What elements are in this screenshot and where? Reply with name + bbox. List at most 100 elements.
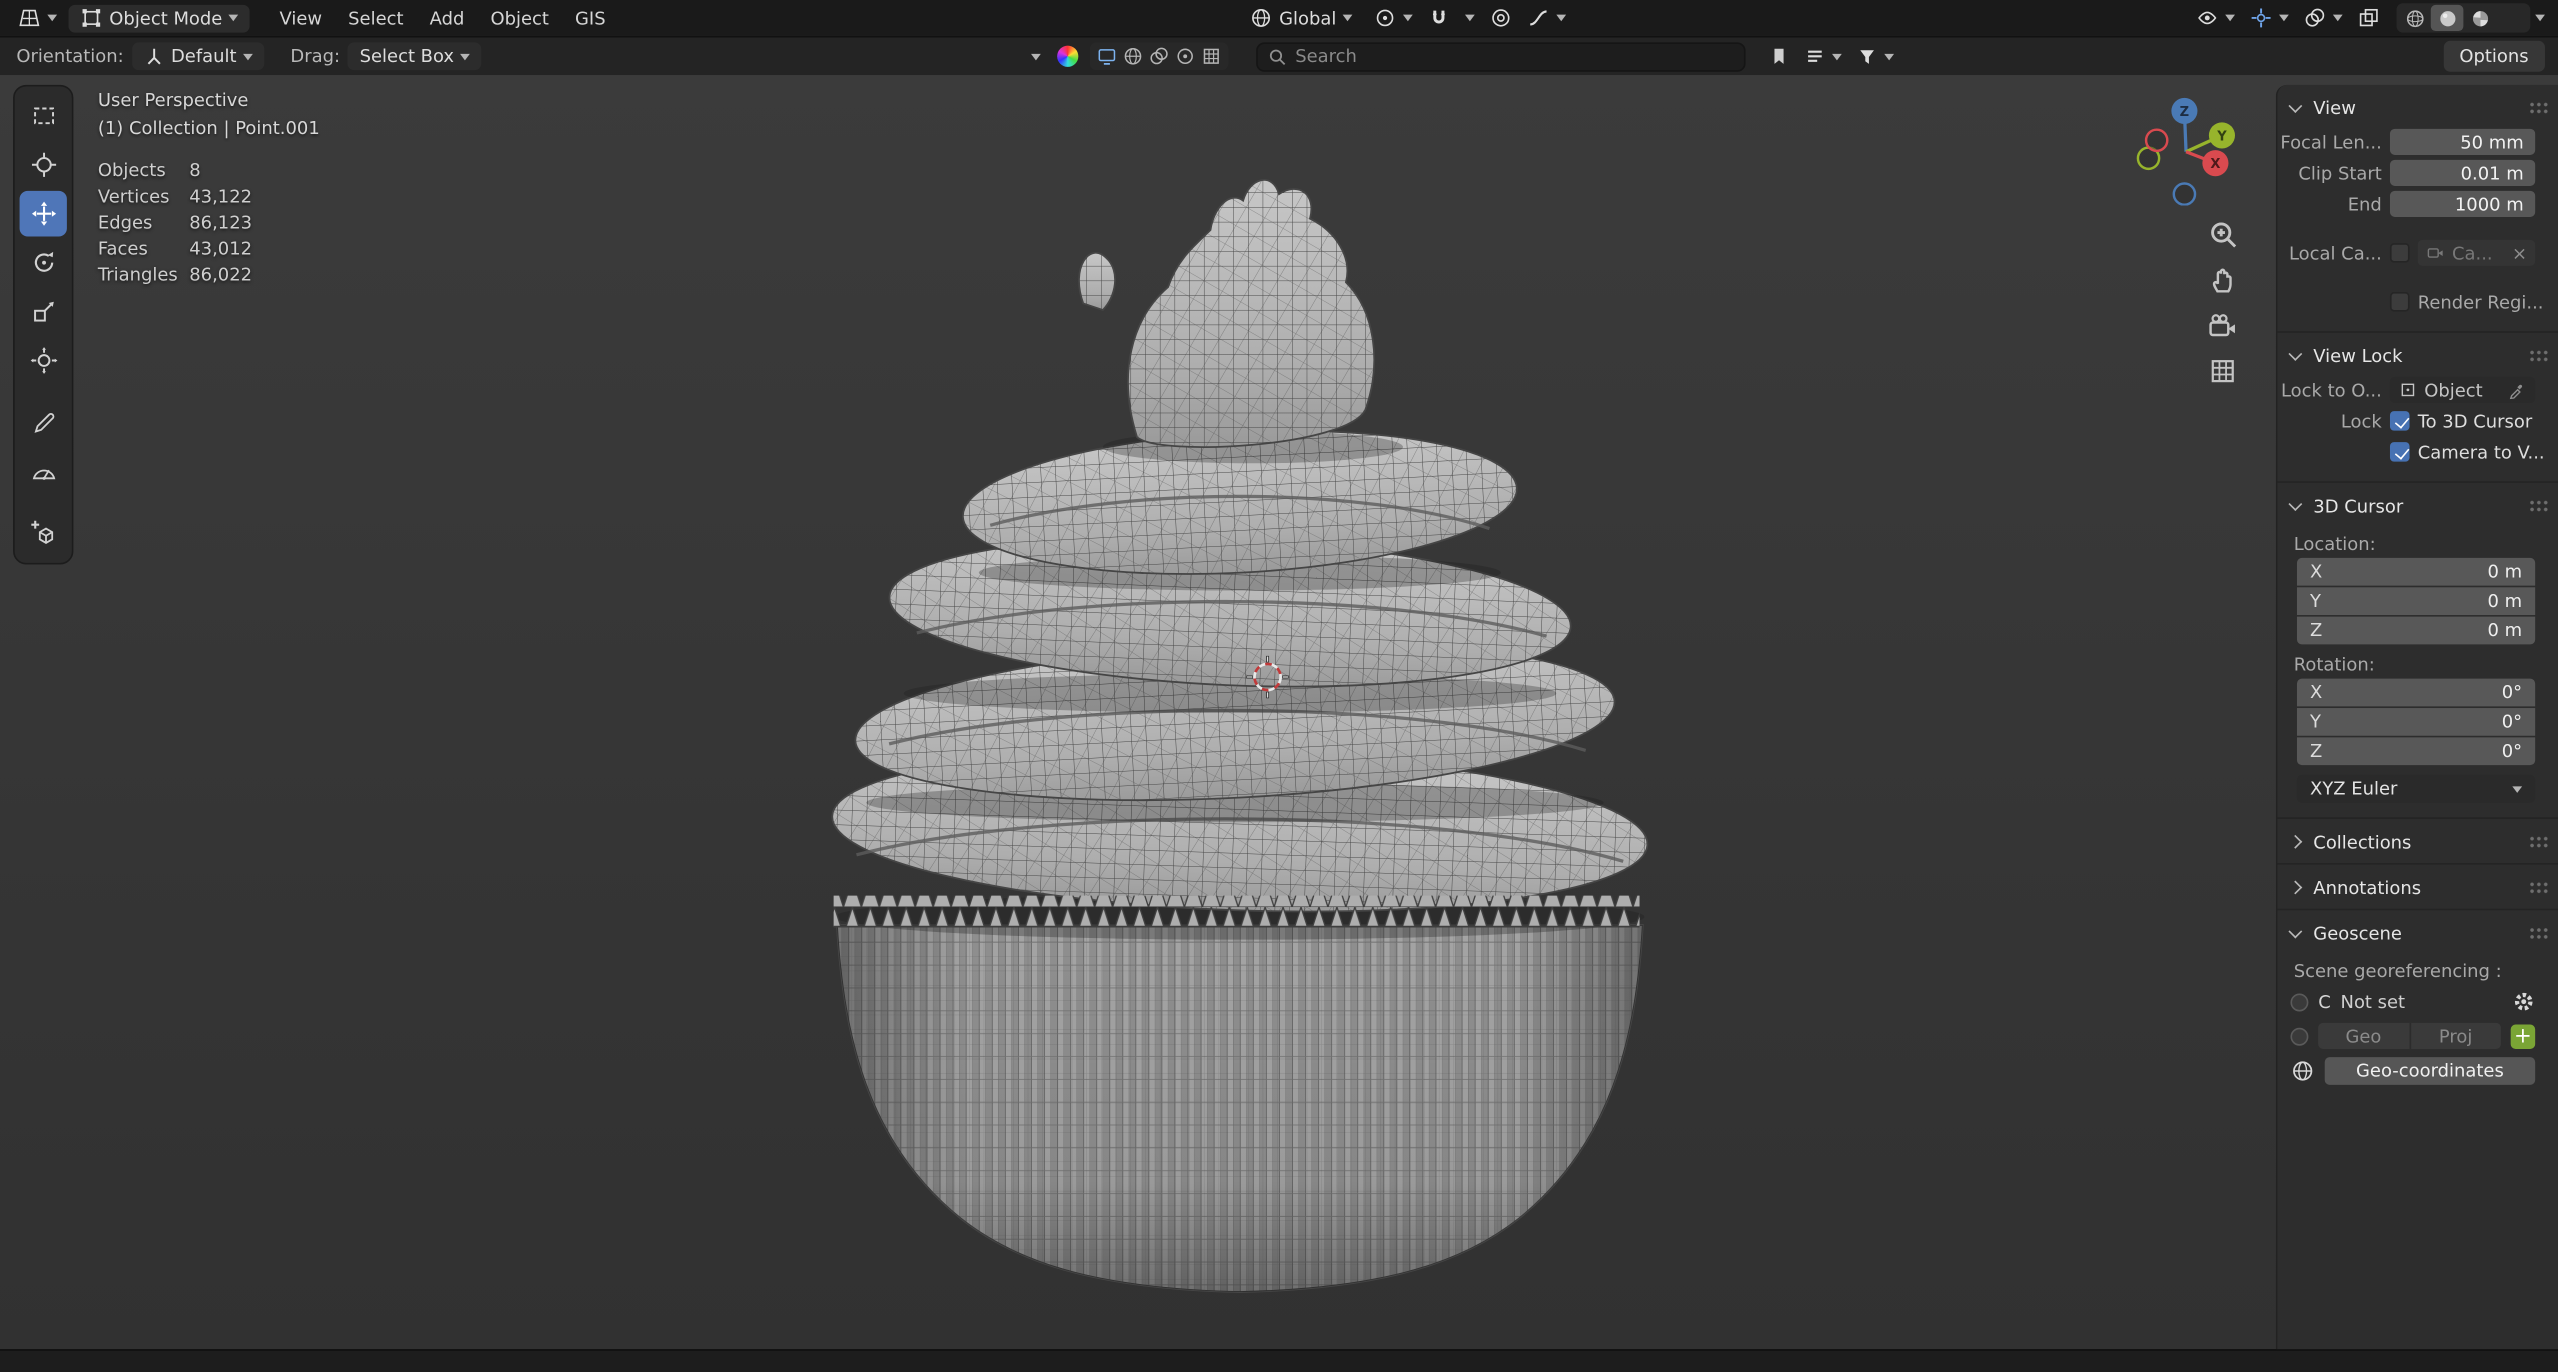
collapse-dropdown[interactable] (1026, 42, 1046, 70)
tool-orientation-value: Default (170, 45, 237, 67)
clear-icon[interactable]: × (2512, 242, 2527, 263)
options-button[interactable]: Options (2443, 40, 2545, 72)
panel-grip[interactable] (2528, 101, 2550, 115)
proj-tab[interactable]: Proj (2408, 1022, 2501, 1049)
panel-grip[interactable] (2528, 349, 2550, 363)
gizmo-axis-neg-x[interactable] (2144, 128, 2169, 153)
hand-icon[interactable] (2207, 264, 2238, 295)
drag-mode-dropdown[interactable]: Select Box (348, 42, 482, 71)
zoom-icon[interactable] (2207, 219, 2238, 250)
mode-dropdown[interactable]: Object Mode (68, 4, 251, 32)
search-input[interactable] (1295, 45, 1735, 67)
globe-display-toggle[interactable] (1122, 46, 1143, 67)
dot-circle-display-toggle[interactable] (1174, 46, 1195, 67)
cursor-rotation-x[interactable]: X 0° (2296, 678, 2536, 707)
panel-grip[interactable] (2528, 880, 2550, 894)
cursor-rotation-z[interactable]: Z 0° (2296, 737, 2536, 766)
lock-object-field[interactable]: Object (2389, 376, 2536, 403)
solid-shading-button[interactable] (2430, 4, 2464, 31)
orientation-label: Orientation: (16, 45, 124, 67)
display-mode-dropdown[interactable] (1799, 42, 1846, 70)
chevron-down-icon[interactable] (2535, 14, 2545, 22)
panel-grip[interactable] (2528, 926, 2550, 940)
crs-radio[interactable] (2290, 992, 2309, 1011)
cursor-location-y[interactable]: Y0 m (2296, 587, 2536, 616)
grid-icon[interactable] (2207, 356, 2238, 387)
add-crs-button[interactable]: + (2510, 1023, 2536, 1049)
add-cube-icon (29, 519, 58, 548)
clip-end-field[interactable]: 1000 m (2389, 190, 2536, 217)
tool-rotate[interactable] (20, 240, 67, 286)
panel-collections-header[interactable]: Collections (2277, 824, 2558, 860)
tool-transform[interactable] (20, 338, 67, 384)
eyedropper-icon[interactable] (2507, 380, 2527, 400)
panel-annotations: Annotations (2277, 865, 2558, 911)
panel-grip[interactable] (2528, 835, 2550, 849)
snap-dropdown[interactable] (1460, 4, 1480, 32)
gear-icon[interactable] (2512, 990, 2535, 1013)
panel-view-header[interactable]: View (2277, 90, 2558, 126)
geo-tab[interactable]: Geo (2318, 1023, 2409, 1049)
panel-view-lock-header[interactable]: View Lock (2277, 338, 2558, 374)
tool-add-cube[interactable] (20, 511, 67, 557)
menu-view[interactable]: View (266, 7, 335, 28)
cursor-location-x[interactable]: X0 m (2296, 557, 2536, 586)
projection-radio[interactable] (2290, 1026, 2309, 1045)
navigation-gizmo[interactable]: Z Y X (2129, 91, 2243, 206)
snap-toggle[interactable] (1423, 4, 1456, 32)
clip-start-field[interactable]: 0.01 m (2389, 159, 2536, 186)
tool-orientation-dropdown[interactable]: Default (131, 42, 265, 71)
stat-row: Triangles 86,022 (97, 264, 253, 286)
xray-toggle[interactable] (2352, 4, 2385, 32)
tool-annotate[interactable] (20, 400, 67, 446)
cupcake-model[interactable] (828, 179, 1652, 1293)
chevron-down-icon (2279, 14, 2289, 22)
cursor-rotation-y[interactable]: Y 0° (2296, 708, 2536, 736)
menu-add[interactable]: Add (417, 7, 478, 28)
menu-select[interactable]: Select (335, 7, 416, 28)
local-camera-field[interactable]: Ca... × (2417, 239, 2536, 266)
panel-3d-cursor-header[interactable]: 3D Cursor (2277, 488, 2558, 524)
color-wheel-icon[interactable] (1057, 45, 1079, 67)
viewport-3d[interactable]: User Perspective (1) Collection | Point.… (0, 75, 2558, 1350)
gizmos-dropdown[interactable] (2245, 4, 2294, 32)
tool-move[interactable] (19, 190, 67, 237)
transform-orientation-dropdown[interactable]: Global (1238, 4, 1364, 32)
overlay-display-toggle[interactable] (1148, 46, 1169, 67)
rotation-label: Rotation: (2293, 654, 2375, 676)
menu-object[interactable]: Object (477, 7, 562, 28)
overlays-dropdown[interactable] (2299, 4, 2348, 32)
proportional-editing-toggle[interactable] (1485, 4, 1518, 32)
bookmark-icon[interactable] (1763, 46, 1794, 67)
object-visibility-dropdown[interactable] (2191, 4, 2240, 32)
panel-grip[interactable] (2528, 499, 2550, 513)
pivot-point-dropdown[interactable] (1369, 4, 1418, 32)
filter-dropdown[interactable] (1852, 42, 1899, 70)
to-3d-cursor-checkbox[interactable] (2389, 411, 2410, 431)
rotation-mode-dropdown[interactable]: XYZ Euler (2296, 774, 2536, 803)
proportional-falloff-dropdown[interactable] (1522, 4, 1571, 32)
local-camera-checkbox[interactable] (2389, 243, 2410, 263)
scene-canvas[interactable] (0, 75, 2558, 1349)
cursor-location-z[interactable]: Z0 m (2296, 616, 2536, 645)
menu-gis[interactable]: GIS (562, 7, 619, 28)
render-region-checkbox[interactable] (2389, 292, 2410, 312)
panel-annotations-header[interactable]: Annotations (2277, 870, 2558, 906)
rendered-shading-button[interactable] (2496, 5, 2529, 31)
geo-coordinates-button[interactable]: Geo-coordinates (2324, 1056, 2536, 1085)
magnet-icon (1428, 7, 1451, 30)
tool-measure[interactable] (20, 449, 67, 495)
wireframe-shading-button[interactable] (2398, 5, 2431, 31)
tool-cursor[interactable] (20, 142, 67, 188)
editor-type-button[interactable] (13, 4, 62, 32)
camera-to-view-checkbox[interactable] (2389, 442, 2410, 462)
panel-geoscene-header[interactable]: Geoscene (2277, 915, 2558, 951)
screen-display-toggle[interactable] (1096, 46, 1117, 67)
grid-display-toggle[interactable] (1201, 46, 1222, 67)
material-shading-button[interactable] (2463, 5, 2496, 31)
focal-length-field[interactable]: 50 mm (2389, 128, 2536, 155)
gizmo-axis-neg-z[interactable] (2172, 182, 2197, 206)
tool-scale[interactable] (20, 289, 67, 335)
tool-select-box[interactable] (20, 93, 67, 139)
camera-icon[interactable] (2207, 310, 2238, 341)
